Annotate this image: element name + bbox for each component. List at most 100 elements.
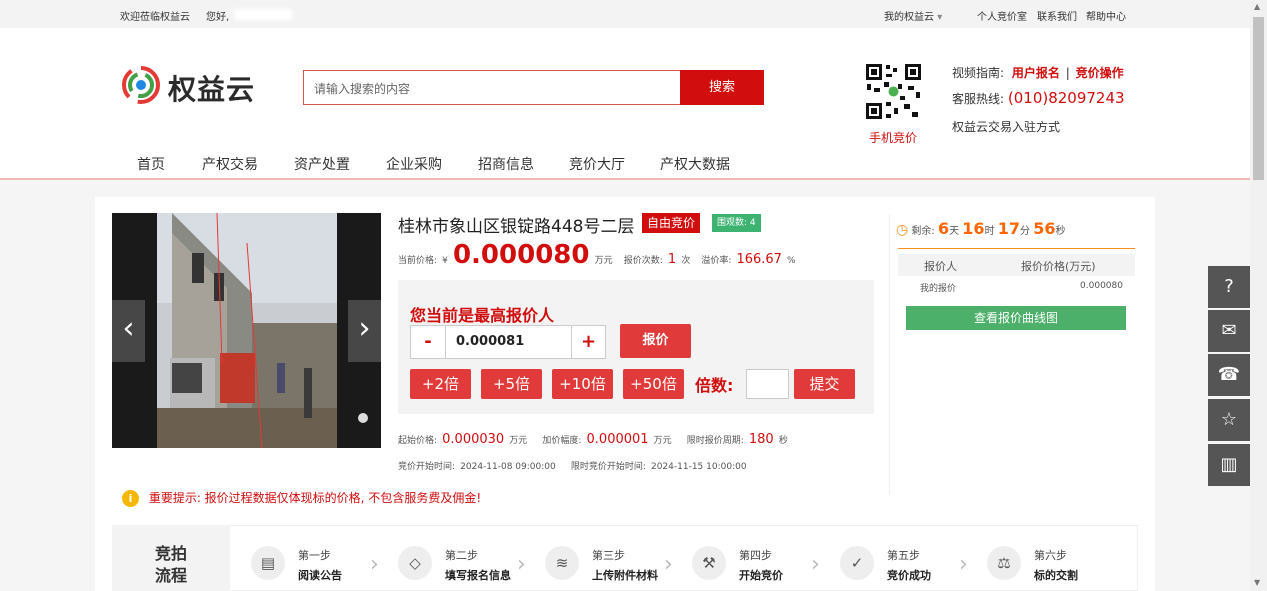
step-2-number: 第二步: [445, 549, 478, 562]
nav-enterprise-procurement[interactable]: 企业采购: [386, 154, 442, 174]
bid-table-header: 报价人 报价价格(万元): [898, 254, 1135, 276]
chevron-right-icon: ›: [811, 552, 820, 577]
free-bid-tag: 自由竞价: [642, 213, 701, 233]
nav-big-data[interactable]: 产权大数据: [660, 154, 730, 174]
nav-bid-hall[interactable]: 竞价大厅: [569, 154, 625, 174]
scroll-up-icon[interactable]: ▲: [1254, 2, 1260, 11]
multiple-input[interactable]: [746, 369, 789, 399]
step-5-text: 竞价成功: [887, 569, 931, 582]
search-input[interactable]: 请输入搜索的内容: [303, 70, 680, 105]
hotline-number: (010)82097243: [1007, 89, 1125, 107]
logo-text[interactable]: 权益云: [168, 68, 255, 108]
nav-asset-disposal[interactable]: 资产处置: [294, 154, 350, 174]
scroll-down-icon[interactable]: ▼: [1254, 578, 1260, 587]
step-1-text: 阅读公告: [298, 569, 342, 582]
increase-button[interactable]: +: [571, 326, 605, 358]
photo-prev-button[interactable]: ‹: [112, 300, 145, 362]
my-account-link[interactable]: 我的权益云 ▾: [884, 8, 942, 23]
countdown: ◷ 剩余: 6天 16时 17分 56秒: [896, 219, 1066, 238]
step-3-text: 上传附件材料: [592, 569, 658, 582]
step-4-number: 第四步: [739, 549, 772, 562]
bid-table: 报价人 报价价格(万元) 我的报价 0.000080: [898, 254, 1135, 296]
wechat-icon[interactable]: ✉: [1208, 310, 1250, 352]
qr-code-icon: [864, 62, 923, 121]
user-signup-link[interactable]: 用户报名: [1012, 66, 1060, 80]
flow-title: 竞拍 流程: [112, 525, 230, 591]
join-link[interactable]: 权益云交易入驻方式: [952, 118, 1060, 135]
step-3-number: 第三步: [592, 549, 625, 562]
nav-home[interactable]: 首页: [137, 154, 165, 174]
help-link[interactable]: 帮助中心: [1086, 8, 1126, 23]
hello-text: 您好,: [206, 12, 230, 23]
important-notice: i 重要提示: 报价过程数据仅体现标的价格, 不包含服务费及佣金!: [122, 489, 481, 507]
view-curve-button[interactable]: 查看报价曲线图: [906, 306, 1126, 330]
viewers-badge: 围观数: 4: [712, 214, 761, 232]
username-blurred: [234, 9, 292, 20]
logo-icon[interactable]: [122, 66, 160, 104]
contact-link[interactable]: 联系我们: [1037, 8, 1077, 23]
step-5-number: 第五步: [887, 549, 920, 562]
gavel-icon: ⚒: [692, 546, 726, 580]
multiple-label: 倍数:: [695, 376, 734, 395]
personal-bid-link[interactable]: 个人竞价室: [977, 8, 1027, 23]
multiple-10-button[interactable]: +10倍: [552, 369, 613, 399]
tag-icon: ◇: [398, 546, 432, 580]
nav-investment-info[interactable]: 招商信息: [478, 154, 534, 174]
scale-icon: ⚖: [987, 546, 1021, 580]
multiple-50-button[interactable]: +50倍: [623, 369, 684, 399]
submit-multiple-button[interactable]: 提交: [794, 369, 855, 399]
search-button[interactable]: 搜索: [680, 70, 764, 105]
info-icon: i: [122, 490, 139, 507]
chevron-right-icon: ›: [664, 552, 673, 577]
property-image: [112, 213, 381, 448]
bid-amount-input[interactable]: 0.000081: [456, 334, 524, 349]
submit-bid-button[interactable]: 报价: [620, 324, 691, 358]
top-bar: 欢迎莅临权益云 您好, 我的权益云 ▾ 个人竞价室 联系我们 帮助中心: [0, 0, 1250, 28]
clock-icon: ◷: [896, 222, 909, 238]
premium-rate: 166.67: [736, 252, 782, 267]
chevron-right-icon: ›: [517, 552, 526, 577]
photo-next-button[interactable]: ›: [348, 300, 381, 362]
time-row: 竞价开始时间: 2024-11-08 09:00:00 限时竞价开始时间: 20…: [398, 462, 747, 472]
favorite-star-icon[interactable]: ☆: [1208, 399, 1250, 441]
photo-dot-indicator[interactable]: [358, 413, 368, 423]
listing-title: 桂林市象山区银锭路448号二层: [398, 217, 635, 237]
step-1-number: 第一步: [298, 549, 331, 562]
step-6-text: 标的交割: [1034, 569, 1078, 582]
welcome-text: 欢迎莅临权益云: [120, 12, 190, 23]
current-price: 0.000080: [452, 240, 590, 270]
document-icon: ▤: [251, 546, 285, 580]
step-2-text: 填写报名信息: [445, 569, 511, 582]
nav-property-trade[interactable]: 产权交易: [202, 154, 258, 174]
start-price-row: 起始价格: 0.000030 万元 加价幅度: 0.000001 万元 限时报价…: [398, 432, 788, 447]
bid-operation-link[interactable]: 竞价操作: [1076, 66, 1124, 80]
check-icon: ✓: [840, 546, 874, 580]
limit-period: 180: [748, 432, 774, 447]
bid-amount-stepper[interactable]: - 0.000081 +: [410, 325, 606, 359]
coins-icon: ≋: [545, 546, 579, 580]
decrease-button[interactable]: -: [411, 326, 446, 358]
bid-count: 1: [667, 252, 677, 267]
video-guide: 视频指南: 用户报名 | 竞价操作: [952, 66, 1124, 80]
chevron-left-icon: ‹: [122, 311, 135, 346]
mobile-bid-label[interactable]: 手机竞价: [869, 129, 917, 146]
chart-icon[interactable]: ▥: [1208, 444, 1250, 486]
chevron-down-icon: ▾: [937, 12, 943, 23]
listing-photo[interactable]: [112, 213, 381, 448]
multiple-5-button[interactable]: +5倍: [481, 369, 542, 399]
limit-start-time: 2024-11-15 10:00:00: [650, 462, 747, 472]
step-6-number: 第六步: [1034, 549, 1067, 562]
table-row: 我的报价 0.000080: [920, 281, 1123, 294]
chevron-right-icon: ›: [370, 552, 379, 577]
price-row: 当前价格: ¥ 0.000080 万元 报价次数: 1 次 溢价率: 166.6…: [398, 240, 796, 270]
chevron-right-icon: ›: [358, 311, 371, 346]
scrollbar-thumb[interactable]: [1253, 17, 1264, 180]
bid-start-time: 2024-11-08 09:00:00: [460, 462, 556, 472]
divider: [889, 214, 890, 494]
multiple-2-button[interactable]: +2倍: [410, 369, 471, 399]
phone-icon[interactable]: ☎: [1208, 354, 1250, 396]
scrollbar[interactable]: ▲ ▼: [1250, 0, 1267, 591]
increment: 0.000001: [586, 432, 649, 447]
help-question-icon[interactable]: ?: [1208, 266, 1250, 308]
step-4-text: 开始竞价: [739, 569, 783, 582]
